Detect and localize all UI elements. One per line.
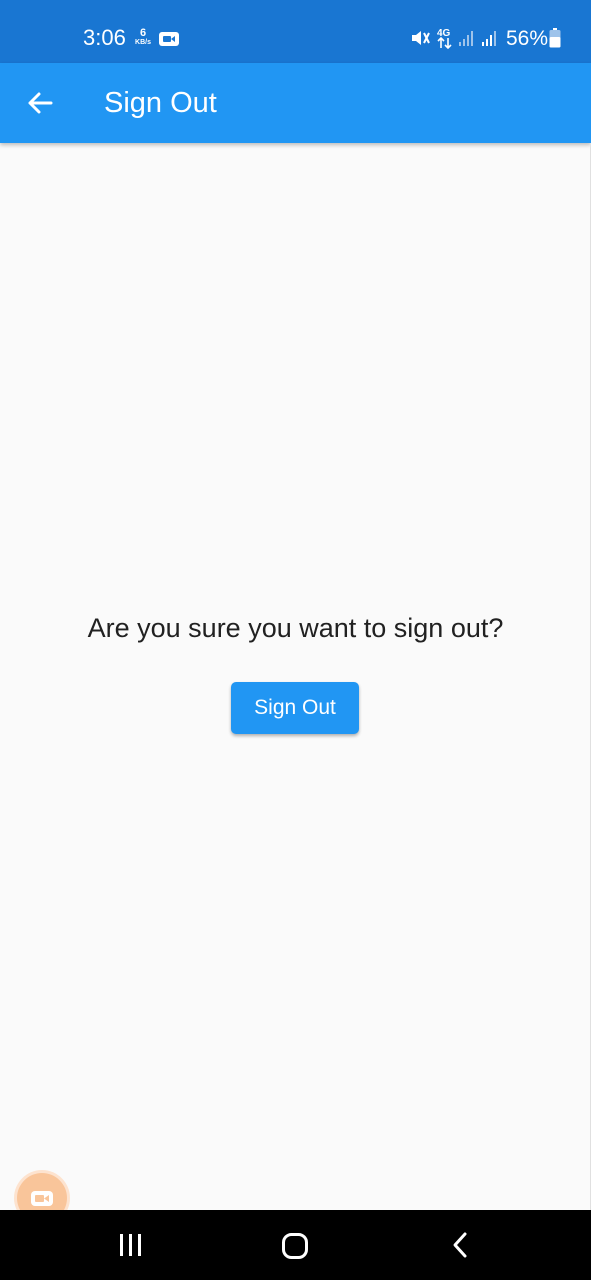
4g-data-icon: 4G bbox=[437, 28, 452, 50]
network-speed-value: 6 bbox=[139, 27, 147, 39]
signal-icon bbox=[459, 31, 473, 46]
signal-icon bbox=[482, 31, 496, 46]
recents-icon[interactable] bbox=[118, 1232, 144, 1258]
status-time: 3:06 bbox=[83, 25, 126, 50]
arrow-back-icon[interactable] bbox=[18, 81, 62, 125]
status-bar: 3:06 6 KB/s 4G 56% bbox=[0, 0, 591, 63]
network-label: 4G bbox=[437, 28, 451, 39]
video-camera-icon bbox=[159, 32, 179, 46]
battery-percent: 56% bbox=[506, 27, 549, 50]
network-speed-unit: KB/s bbox=[135, 39, 151, 46]
network-speed: 6 KB/s bbox=[133, 28, 153, 47]
video-camera-icon bbox=[31, 1191, 53, 1206]
navigation-bar bbox=[0, 1210, 591, 1280]
main-content: Are you sure you want to sign out? Sign … bbox=[0, 143, 591, 1210]
sign-out-button[interactable]: Sign Out bbox=[231, 682, 359, 734]
page-title: Sign Out bbox=[104, 87, 217, 119]
home-icon[interactable] bbox=[281, 1232, 309, 1260]
app-bar: Sign Out bbox=[0, 63, 591, 143]
sign-out-question: Are you sure you want to sign out? bbox=[87, 613, 504, 643]
mute-icon bbox=[412, 31, 430, 45]
back-icon[interactable] bbox=[450, 1231, 472, 1259]
battery-icon bbox=[549, 28, 561, 48]
